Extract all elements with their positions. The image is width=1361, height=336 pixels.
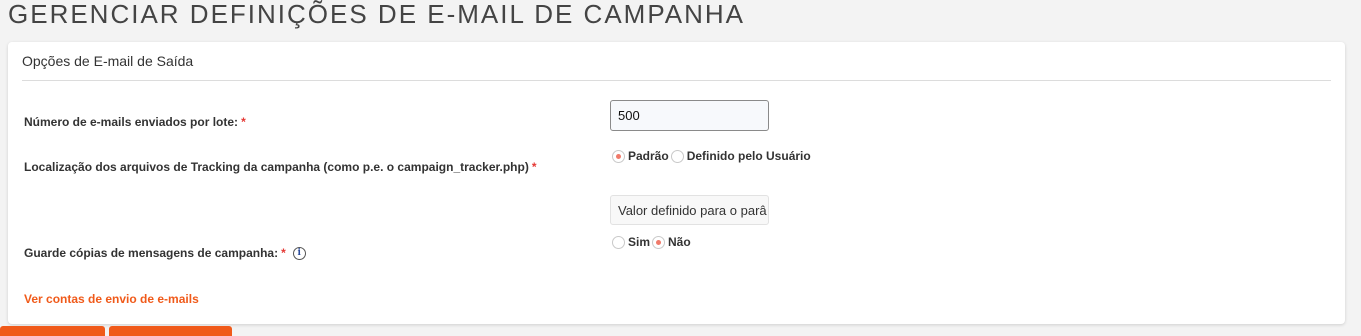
batch-size-label: Número de e-mails enviados por lote: * (24, 115, 246, 129)
required-mark: * (281, 246, 286, 260)
view-email-accounts-link[interactable]: Ver contas de envio de e-mails (24, 292, 199, 306)
tracking-custom-value-input[interactable]: Valor definido para o parâ (610, 195, 769, 225)
radio-default[interactable] (612, 149, 625, 163)
radio-yes[interactable] (612, 235, 625, 249)
radio-yes-label[interactable]: Sim (628, 235, 650, 249)
save-button[interactable] (0, 326, 105, 336)
keep-copies-label-text: Guarde cópias de mensagens de campanha: (24, 246, 279, 260)
info-icon[interactable]: i (292, 247, 306, 261)
radio-no[interactable] (652, 235, 666, 249)
radio-user-defined[interactable] (670, 149, 684, 163)
batch-size-input[interactable] (610, 100, 769, 131)
panel-header: Opções de E-mail de Saída (22, 42, 1331, 81)
batch-size-label-text: Número de e-mails enviados por lote: (24, 115, 239, 129)
cancel-button[interactable] (109, 326, 232, 336)
radio-user-defined-label[interactable]: Definido pelo Usuário (687, 149, 811, 163)
tracking-location-label-text: Localização dos arquivos de Tracking da … (24, 160, 529, 174)
keep-copies-label: Guarde cópias de mensagens de campanha: *… (24, 246, 306, 261)
required-mark: * (531, 160, 537, 174)
outbound-email-panel: Opções de E-mail de Saída Número de e-ma… (8, 42, 1345, 324)
tracking-location-label: Localização dos arquivos de Tracking da … (24, 160, 537, 174)
radio-default-label[interactable]: Padrão (628, 149, 669, 163)
radio-no-label[interactable]: Não (668, 235, 691, 249)
keep-copies-radio-group: Sim Não (612, 235, 693, 249)
tracking-location-radio-group: Padrão Definido pelo Usuário (612, 149, 813, 163)
page-title: GERENCIAR DEFINIÇÕES DE E-MAIL DE CAMPAN… (8, 0, 745, 29)
required-mark: * (241, 115, 246, 129)
